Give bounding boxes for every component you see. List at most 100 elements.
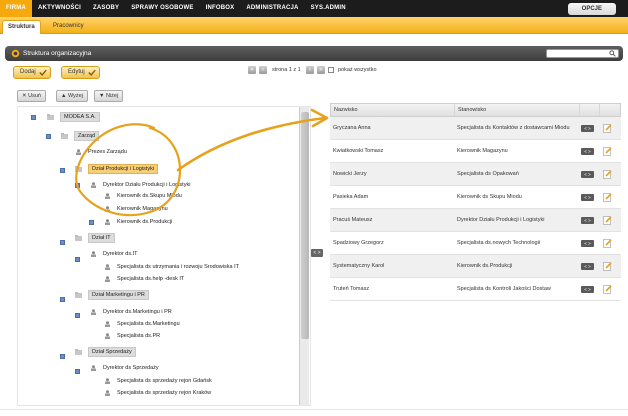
move-button[interactable]: < >: [581, 194, 594, 201]
nav-sprawy-osobowe[interactable]: SPRAWY OSOBOWE: [125, 0, 199, 17]
search-input[interactable]: [546, 49, 619, 58]
tree-node[interactable]: Dyrektor Działu Produkcji i Logistyki: [90, 180, 190, 191]
tree-node[interactable]: Kierownik Magazynu: [104, 204, 168, 215]
top-navigation: FIRMA AKTYWNOŚCI ZASOBY SPRAWY OSOBOWE I…: [0, 0, 628, 17]
collapse-toggle[interactable]: [60, 240, 65, 245]
tree-node[interactable]: Kierownik ds.Skupu Mlodu: [104, 191, 182, 202]
tree-node[interactable]: Specjalista ds.PR: [104, 331, 160, 342]
move-button[interactable]: < >: [581, 286, 594, 293]
cell-position: Specjalista ds Kontaktów z dostawcami Mi…: [457, 125, 570, 131]
tree-node[interactable]: Dyrektor ds.IT: [90, 249, 138, 260]
table-row[interactable]: Spadziowy Grzegorz Specjalista ds.nowych…: [330, 232, 621, 255]
move-button[interactable]: < >: [581, 148, 594, 155]
collapse-toggle[interactable]: [60, 297, 65, 302]
move-button[interactable]: < >: [581, 125, 594, 132]
cell-position: Kierownik ds Skupu Miodu: [457, 194, 522, 200]
nav-zasoby[interactable]: ZASOBY: [87, 0, 125, 17]
cell-position: Kierownik ds.Produkcji: [457, 263, 513, 269]
tree-node[interactable]: Specjalista ds.help -desk IT: [104, 274, 184, 285]
person-icon: [104, 332, 111, 339]
nav-firma[interactable]: FIRMA: [0, 0, 32, 17]
tree-node[interactable]: Dział Sprzedaży: [75, 347, 136, 358]
collapse-toggle[interactable]: [60, 168, 65, 173]
tab-pracownicy[interactable]: Pracownicy: [48, 20, 89, 34]
move-button[interactable]: < >: [581, 240, 594, 247]
tree-node-label: Dział Sprzedaży: [88, 347, 136, 357]
scrollbar-thumb[interactable]: [301, 112, 309, 339]
edit-icon[interactable]: [603, 192, 612, 202]
nav-infobox[interactable]: INFOBOX: [200, 0, 241, 17]
table-row[interactable]: Gryczana Anna Specjalista ds Kontaktów z…: [330, 117, 621, 140]
collapse-toggle[interactable]: [75, 183, 80, 188]
tree-node[interactable]: MODEA S.A.: [47, 112, 100, 123]
tree-node[interactable]: Prezes Zarządu: [75, 147, 127, 158]
collapse-toggle[interactable]: [75, 369, 80, 374]
edit-icon[interactable]: [603, 284, 612, 294]
tab-struktura[interactable]: Struktura: [2, 20, 41, 34]
tree-node[interactable]: Dział Marketingu i PR: [75, 290, 149, 301]
table-row[interactable]: Kwiatkowski Tomasz Kierownik Magazynu < …: [330, 140, 621, 163]
org-structure-icon: [11, 49, 20, 58]
next-page-button[interactable]: ›: [305, 66, 314, 74]
nav-sys-admin[interactable]: SYS.ADMIN: [305, 0, 352, 17]
move-up-label: Wyżej: [67, 93, 83, 99]
collapse-toggle[interactable]: [75, 313, 80, 318]
tree-scrollbar[interactable]: [299, 107, 309, 405]
tree-node[interactable]: Zarząd: [61, 131, 100, 142]
folder-icon: [61, 132, 68, 139]
person-icon: [104, 192, 111, 199]
cell-position: Kierownik Magazynu: [457, 148, 508, 154]
sub-navigation: Struktura Pracownicy: [0, 17, 628, 34]
cell-name: Kwiatkowski Tomasz: [333, 148, 384, 154]
move-button[interactable]: < >: [581, 217, 594, 224]
collapse-toggle[interactable]: [60, 354, 65, 359]
edit-icon[interactable]: [603, 261, 612, 271]
cell-name: Systematyczny Karol: [333, 263, 385, 269]
add-button[interactable]: Dodaj: [13, 66, 51, 79]
edit-icon[interactable]: [603, 238, 612, 248]
delete-button[interactable]: ✕ Usuń: [17, 90, 46, 102]
edit-icon[interactable]: [603, 146, 612, 156]
tree-node[interactable]: Specjalista ds sprzedaży rejon Kraków: [104, 388, 211, 399]
nav-aktywnosci[interactable]: AKTYWNOŚCI: [32, 0, 87, 17]
collapse-toggle[interactable]: [75, 257, 80, 262]
tree-node[interactable]: Dział Produkcji i Logistyki: [75, 164, 159, 175]
edit-icon[interactable]: [603, 123, 612, 133]
tree-node[interactable]: Dział IT: [75, 233, 115, 244]
table-row[interactable]: Systematyczny Karol Kierownik ds.Produkc…: [330, 255, 621, 278]
move-button[interactable]: < >: [581, 263, 594, 270]
move-button[interactable]: < >: [581, 171, 594, 178]
move-down-button[interactable]: ▼ Niżej: [94, 90, 124, 102]
collapse-toggle[interactable]: [46, 134, 51, 139]
tree-node[interactable]: Specjalista ds sprzedaży rejon Gdańsk: [104, 376, 212, 387]
table-row[interactable]: Pasieka Adam Kierownik ds Skupu Miodu < …: [330, 186, 621, 209]
options-button[interactable]: OPCJE: [567, 3, 616, 15]
search-icon[interactable]: [609, 50, 616, 57]
table-row[interactable]: Truteń Tomasz Specjalista ds Kontroli Ja…: [330, 278, 621, 301]
prev-page-button[interactable]: ‹: [259, 66, 267, 74]
column-header-nazwisko[interactable]: Nazwisko: [334, 104, 358, 117]
show-all-checkbox[interactable]: pokaż wszystko: [328, 67, 377, 73]
tree-node[interactable]: Dyrektor ds.Marketingu i PR: [90, 307, 172, 318]
transfer-button[interactable]: < >: [311, 249, 323, 257]
collapse-toggle[interactable]: [31, 115, 36, 120]
collapse-toggle[interactable]: [89, 220, 94, 225]
nav-administracja[interactable]: ADMINISTRACJA: [240, 0, 304, 17]
move-up-button[interactable]: ▲ Wyżej: [56, 90, 88, 102]
column-header-stanowisko[interactable]: Stanowisko: [458, 104, 486, 117]
first-page-button[interactable]: «: [248, 66, 256, 74]
tree-node-label: MODEA S.A.: [60, 112, 100, 122]
tree-node[interactable]: Dyrektor ds Sprzedaży: [90, 363, 159, 374]
table-row[interactable]: Pracuś Mateusz Dyrektor Działu Produkcji…: [330, 209, 621, 232]
tree-node[interactable]: Kierownik ds.Produkcji: [104, 217, 172, 228]
last-page-button[interactable]: »: [316, 66, 325, 74]
table-row[interactable]: Nowicki Jerzy Specjalista ds Opakowań < …: [330, 163, 621, 186]
tree-node[interactable]: Specjalista ds utrzymania i rozwoju Srod…: [104, 262, 239, 273]
tree-node-label: Specjalista ds sprzedaży rejon Kraków: [117, 390, 212, 396]
edit-icon[interactable]: [603, 215, 612, 225]
column-divider: [579, 104, 580, 116]
edit-icon[interactable]: [603, 169, 612, 179]
checkbox-box[interactable]: [328, 67, 334, 73]
edit-button[interactable]: Edytuj: [61, 66, 100, 79]
tree-node[interactable]: Specjalista ds.Marketingu: [104, 319, 180, 330]
